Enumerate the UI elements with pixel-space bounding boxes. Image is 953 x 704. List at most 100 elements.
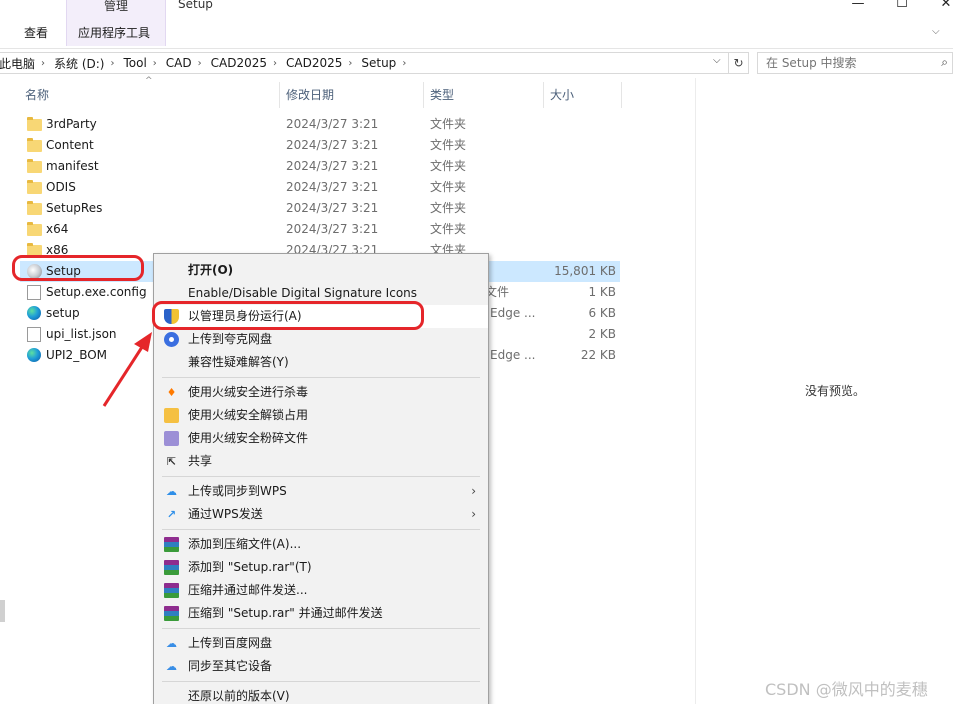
menu-item-huorong-scan[interactable]: ♦ 使用火绒安全进行杀毒 (154, 381, 488, 404)
column-divider[interactable] (543, 82, 544, 108)
file-date: 2024/3/27 3:21 (286, 159, 379, 173)
file-row[interactable]: SetupRes 2024/3/27 3:21 文件夹 (20, 198, 620, 219)
annotation-highlight-setup (12, 255, 144, 281)
chevron-right-icon[interactable]: › (267, 58, 283, 69)
column-header-name[interactable]: 名称 (25, 84, 49, 106)
chevron-down-icon[interactable]: ⌵ (932, 26, 940, 37)
file-row[interactable]: 3rdParty 2024/3/27 3:21 文件夹 (20, 114, 620, 135)
submenu-arrow-icon: › (471, 484, 476, 498)
column-divider[interactable] (621, 82, 622, 108)
breadcrumb-tool[interactable]: Tool (120, 56, 146, 70)
address-history-dropdown[interactable]: ⌵ (713, 55, 721, 66)
breadcrumb-cad[interactable]: CAD (163, 56, 192, 70)
quark-icon (164, 332, 179, 347)
unlock-folder-icon (164, 408, 179, 423)
file-date: 2024/3/27 3:21 (286, 180, 379, 194)
file-size: 22 KB (580, 348, 616, 362)
ribbon: 管理 Setup 查看 应用程序工具 — ☐ ✕ ⌵ (0, 0, 953, 46)
maximize-button[interactable]: ☐ (892, 0, 912, 11)
breadcrumb-drive[interactable]: 系统 (D:) (51, 55, 104, 72)
file-row[interactable]: manifest 2024/3/27 3:21 文件夹 (20, 156, 620, 177)
scrollbar-thumb[interactable] (0, 600, 5, 622)
file-date: 2024/3/27 3:21 (286, 201, 379, 215)
contextual-group-title[interactable]: 管理 (66, 0, 166, 14)
menu-item-wps-sync[interactable]: ☁ 上传或同步到WPS › (154, 480, 488, 503)
chevron-right-icon[interactable]: › (342, 58, 358, 69)
file-type: 文件夹 (430, 138, 467, 152)
tab-view[interactable]: 查看 (24, 24, 48, 41)
menu-item-label: 上传到百度网盘 (188, 636, 273, 650)
cloud-icon: ☁ (166, 485, 177, 498)
menu-item-share[interactable]: ⇱ 共享 (154, 450, 488, 473)
winrar-icon (164, 583, 179, 598)
menu-item-label: 打开(O) (188, 263, 234, 277)
column-header-date[interactable]: 修改日期 (286, 84, 334, 106)
search-input[interactable] (758, 53, 928, 73)
refresh-icon[interactable]: ↻ (729, 52, 749, 74)
watermark: CSDN @微风中的麦穗 (765, 680, 928, 699)
chevron-right-icon[interactable]: › (104, 58, 120, 69)
tab-application-tools[interactable]: 应用程序工具 (78, 24, 150, 41)
address-bar: 此电脑 › 系统 (D:) › Tool › CAD › CAD2025 › C… (0, 48, 953, 76)
file-size: 1 KB (588, 285, 616, 299)
menu-separator (162, 628, 480, 629)
menu-item-label: 上传或同步到WPS (188, 484, 287, 498)
breadcrumb[interactable]: 此电脑 › 系统 (D:) › Tool › CAD › CAD2025 › C… (0, 52, 729, 74)
menu-item-upload-quark[interactable]: 上传到夸克网盘 (154, 328, 488, 351)
menu-item-add-archive[interactable]: 添加到压缩文件(A)... (154, 533, 488, 556)
sort-ascending-icon: ^ (145, 76, 153, 86)
menu-item-restore-versions[interactable]: 还原以前的版本(V) (154, 685, 488, 704)
file-name: UPI2_BOM (46, 348, 108, 362)
close-button[interactable]: ✕ (936, 0, 953, 11)
file-type: 文件夹 (430, 159, 467, 173)
search-icon[interactable]: ⌕ (941, 55, 948, 70)
document-icon (27, 285, 41, 300)
chevron-right-icon[interactable]: › (396, 58, 412, 69)
menu-item-label: 添加到压缩文件(A)... (188, 537, 302, 551)
menu-item-baidu-upload[interactable]: ☁ 上传到百度网盘 (154, 632, 488, 655)
breadcrumb-setup[interactable]: Setup (358, 56, 396, 70)
file-name: ODIS (46, 180, 76, 194)
menu-item-wps-send[interactable]: ↗ 通过WPS发送 › (154, 503, 488, 526)
menu-item-label: 添加到 "Setup.rar"(T) (188, 560, 312, 574)
minimize-button[interactable]: — (848, 0, 868, 11)
file-row[interactable]: Content 2024/3/27 3:21 文件夹 (20, 135, 620, 156)
chevron-right-icon[interactable]: › (35, 58, 51, 69)
breadcrumb-cad2025[interactable]: CAD2025 (208, 56, 267, 70)
menu-item-huorong-shred[interactable]: 使用火绒安全粉碎文件 (154, 427, 488, 450)
menu-separator (162, 681, 480, 682)
chevron-right-icon[interactable]: › (192, 58, 208, 69)
menu-item-open[interactable]: 打开(O) (154, 259, 488, 282)
file-name: 3rdParty (46, 117, 97, 131)
menu-item-sync-devices[interactable]: ☁ 同步至其它设备 (154, 655, 488, 678)
column-header-size[interactable]: 大小 (550, 84, 574, 106)
huorong-flame-icon: ♦ (166, 386, 177, 399)
edge-icon (27, 348, 41, 362)
column-divider[interactable] (279, 82, 280, 108)
chevron-right-icon[interactable]: › (147, 58, 163, 69)
menu-item-huorong-unlock[interactable]: 使用火绒安全解锁占用 (154, 404, 488, 427)
search-field[interactable]: ⌕ (757, 52, 953, 74)
menu-separator (162, 377, 480, 378)
preview-pane-divider[interactable] (695, 78, 696, 704)
baidu-netdisk-icon: ☁ (166, 660, 177, 673)
file-type: 文件夹 (430, 201, 467, 215)
column-divider[interactable] (423, 82, 424, 108)
menu-separator (162, 476, 480, 477)
file-name: setup (46, 306, 80, 320)
file-size: 2 KB (588, 327, 616, 341)
menu-item-label: 使用火绒安全粉碎文件 (188, 431, 309, 445)
file-row[interactable]: ODIS 2024/3/27 3:21 文件夹 (20, 177, 620, 198)
column-header-type[interactable]: 类型 (430, 84, 454, 106)
menu-item-compress-email[interactable]: 压缩并通过邮件发送... (154, 579, 488, 602)
breadcrumb-this-pc[interactable]: 此电脑 (0, 55, 35, 72)
menu-item-compress-setup-email[interactable]: 压缩到 "Setup.rar" 并通过邮件发送 (154, 602, 488, 625)
winrar-icon (164, 560, 179, 575)
breadcrumb-cad2025-inner[interactable]: CAD2025 (283, 56, 342, 70)
menu-item-add-setup-rar[interactable]: 添加到 "Setup.rar"(T) (154, 556, 488, 579)
annotation-arrow-icon (102, 332, 152, 407)
menu-item-compatibility[interactable]: 兼容性疑难解答(Y) (154, 351, 488, 374)
file-type: Edge ... (490, 348, 536, 362)
file-row[interactable]: x64 2024/3/27 3:21 文件夹 (20, 219, 620, 240)
folder-icon (27, 222, 42, 236)
